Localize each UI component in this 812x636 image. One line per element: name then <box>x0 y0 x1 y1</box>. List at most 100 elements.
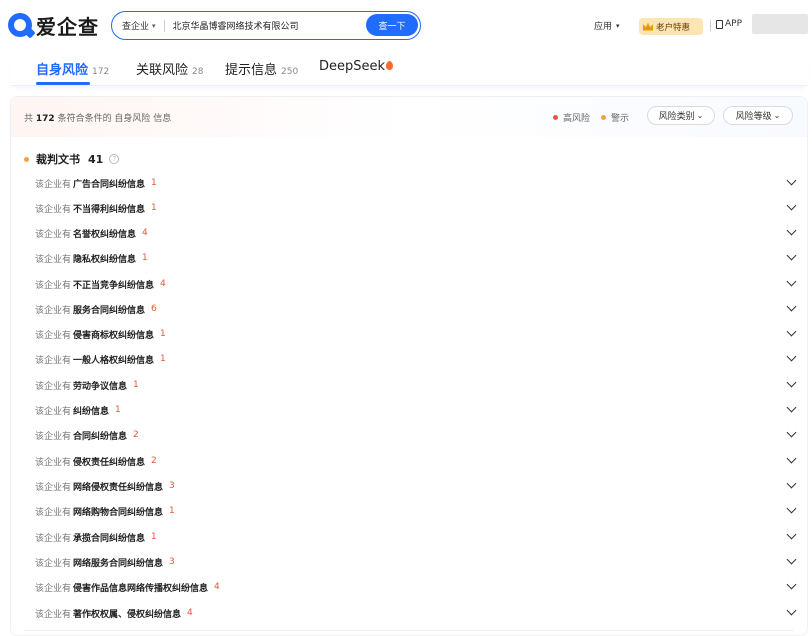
chevron-down-icon[interactable] <box>786 351 797 362</box>
summary-prefix: 共 <box>24 114 34 124</box>
chevron-down-icon[interactable] <box>786 503 797 514</box>
row-prefix: 该企业有 <box>35 482 72 493</box>
list-item[interactable]: 该企业有 不当得利纠纷信息 1 <box>35 199 797 217</box>
risk-level-filter[interactable]: 风险等级 ⌄ <box>723 106 793 125</box>
row-count: 4 <box>187 608 193 618</box>
row-count: 2 <box>151 456 157 466</box>
row-prefix: 该企业有 <box>35 330 72 341</box>
list-item[interactable]: 该企业有 一般人格权纠纷信息 1 <box>35 350 797 368</box>
list-item[interactable]: 该企业有 网络侵权责任纠纷信息 3 <box>35 477 797 495</box>
row-prefix: 该企业有 <box>35 280 72 291</box>
row-count: 3 <box>169 557 175 567</box>
divider <box>24 630 794 631</box>
app-download-link[interactable]: APP <box>716 19 742 29</box>
filter-label: 风险类别 <box>658 112 695 122</box>
logo-text: 爱企查 <box>36 14 99 39</box>
caret-down-icon: ▾ <box>152 21 156 30</box>
chevron-down-icon[interactable] <box>786 250 797 261</box>
list-item[interactable]: 该企业有 承揽合同纠纷信息 1 <box>35 528 797 546</box>
row-prefix: 该企业有 <box>35 457 72 468</box>
logo[interactable]: 爱企查 <box>8 12 99 39</box>
tab-deepseek[interactable]: DeepSeek <box>319 59 394 74</box>
list-item[interactable]: 该企业有 不正当竞争纠纷信息 4 <box>35 275 797 293</box>
list-item[interactable]: 该企业有 名誉权纠纷信息 4 <box>35 224 797 242</box>
chevron-down-icon[interactable] <box>786 427 797 438</box>
row-name: 广告合同纠纷信息 <box>73 179 146 190</box>
list-item[interactable]: 该企业有 隐私权纠纷信息 1 <box>35 249 797 267</box>
help-icon[interactable]: ? <box>109 154 120 164</box>
list-item[interactable]: 该企业有 服务合同纠纷信息 6 <box>35 300 797 318</box>
row-name: 侵权责任纠纷信息 <box>73 457 146 468</box>
list-item[interactable]: 该企业有 劳动争议信息 1 <box>35 376 797 394</box>
row-prefix: 该企业有 <box>35 533 72 544</box>
chevron-down-icon[interactable] <box>786 605 797 616</box>
row-count: 1 <box>133 380 139 390</box>
row-count: 1 <box>169 506 175 516</box>
search-type-select[interactable]: 查企业 ▾ <box>112 19 156 33</box>
user-avatar[interactable] <box>752 14 808 34</box>
row-name: 网络侵权责任纠纷信息 <box>73 482 164 493</box>
list-item[interactable]: 该企业有 纠纷信息 1 <box>35 401 797 419</box>
apps-menu[interactable]: 应用 ▾ <box>594 19 620 33</box>
chevron-down-icon[interactable] <box>786 225 797 236</box>
tab-hint-info[interactable]: 提示信息 250 <box>225 59 298 78</box>
legend-warning: 警示 <box>601 111 629 124</box>
search-button[interactable]: 查一下 <box>366 14 418 36</box>
tab-label: 提示信息 <box>225 63 278 78</box>
chevron-down-icon[interactable] <box>786 276 797 287</box>
row-count: 3 <box>169 481 175 491</box>
tab-related-risk[interactable]: 关联风险 28 <box>136 59 203 78</box>
row-name: 服务合同纠纷信息 <box>73 305 146 316</box>
row-count: 1 <box>160 354 166 364</box>
orange-dot-icon <box>601 115 606 120</box>
chevron-down-icon[interactable] <box>786 478 797 489</box>
row-name: 一般人格权纠纷信息 <box>73 355 155 366</box>
list-item[interactable]: 该企业有 广告合同纠纷信息 1 <box>35 174 797 192</box>
row-name: 隐私权纠纷信息 <box>73 254 137 265</box>
chevron-down-icon[interactable] <box>786 200 797 211</box>
divider <box>163 19 165 32</box>
chevron-down-icon[interactable] <box>786 554 797 565</box>
row-count: 1 <box>160 329 166 339</box>
list-item[interactable]: 该企业有 网络购物合同纠纷信息 1 <box>35 502 797 520</box>
chevron-down-icon[interactable] <box>786 529 797 540</box>
vip-promo-button[interactable]: 老户特惠 <box>639 18 703 35</box>
chevron-down-icon[interactable] <box>786 301 797 312</box>
row-name: 纠纷信息 <box>73 406 110 417</box>
row-name: 不当得利纠纷信息 <box>73 204 146 215</box>
caret-down-icon: ▾ <box>616 21 620 30</box>
row-prefix: 该企业有 <box>35 355 72 366</box>
row-prefix: 该企业有 <box>35 229 72 240</box>
tab-self-risk[interactable]: 自身风险 172 <box>36 59 109 78</box>
section-title-text: 裁判文书 <box>36 153 80 166</box>
row-name: 合同纠纷信息 <box>73 431 128 442</box>
chevron-down-icon[interactable] <box>786 326 797 337</box>
row-name: 网络购物合同纠纷信息 <box>73 507 164 518</box>
chevron-down-icon[interactable] <box>786 175 797 186</box>
row-prefix: 该企业有 <box>35 406 72 417</box>
row-count: 1 <box>115 405 121 415</box>
row-count: 4 <box>160 279 166 289</box>
chevron-down-icon: ⌄ <box>696 111 704 120</box>
row-prefix: 该企业有 <box>35 204 72 215</box>
chevron-down-icon[interactable] <box>786 377 797 388</box>
list-item[interactable]: 该企业有 侵害作品信息网络传播权纠纷信息 4 <box>35 578 797 596</box>
risk-tabs: 自身风险 172 关联风险 28 提示信息 250 DeepSeek <box>10 52 808 86</box>
chevron-down-icon[interactable] <box>786 579 797 590</box>
orange-dot-icon <box>24 156 29 162</box>
row-count: 1 <box>151 532 157 542</box>
list-item[interactable]: 该企业有 侵权责任纠纷信息 2 <box>35 452 797 470</box>
list-item[interactable]: 该企业有 著作权权属、侵权纠纷信息 4 <box>35 604 797 622</box>
risk-category-filter[interactable]: 风险类别 ⌄ <box>647 106 715 125</box>
row-prefix: 该企业有 <box>35 254 72 265</box>
chevron-down-icon[interactable] <box>786 402 797 413</box>
crown-icon <box>643 22 653 31</box>
row-name: 侵害作品信息网络传播权纠纷信息 <box>73 583 209 594</box>
list-item[interactable]: 该企业有 网络服务合同纠纷信息 3 <box>35 553 797 571</box>
filter-label: 风险等级 <box>735 112 772 122</box>
list-item[interactable]: 该企业有 侵害商标权纠纷信息 1 <box>35 325 797 343</box>
chevron-down-icon[interactable] <box>786 453 797 464</box>
list-item[interactable]: 该企业有 合同纠纷信息 2 <box>35 426 797 444</box>
logo-icon <box>8 13 36 39</box>
row-count: 4 <box>214 582 220 592</box>
